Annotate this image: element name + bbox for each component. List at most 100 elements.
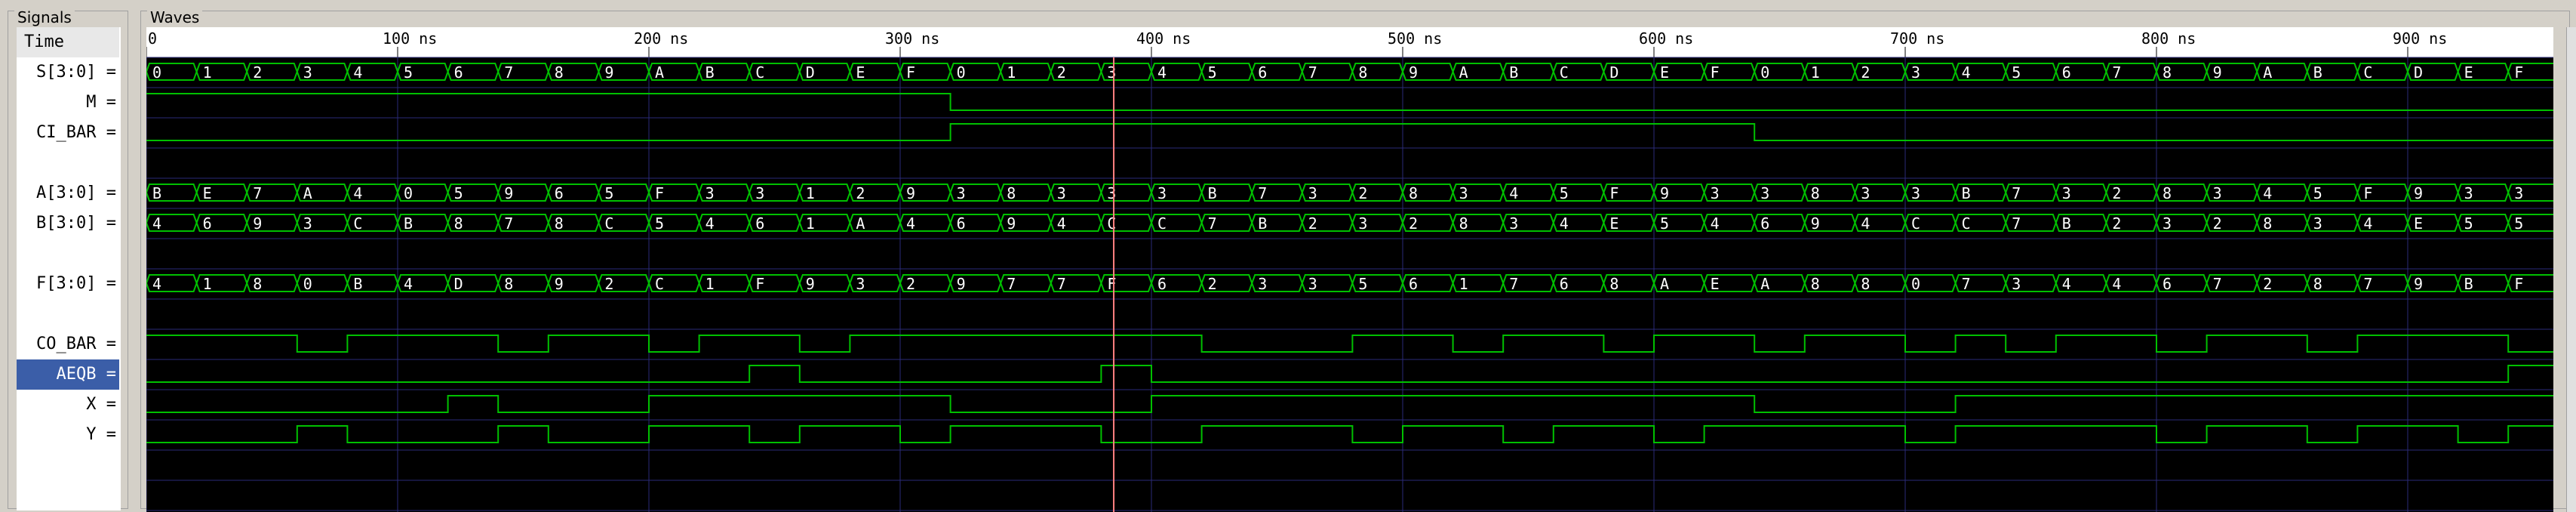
bus-value: 3 <box>705 184 715 202</box>
bus-value: 4 <box>906 214 915 233</box>
bus-value: E <box>856 63 865 82</box>
signal-name[interactable] <box>17 299 119 329</box>
bus-value: 5 <box>2464 214 2473 233</box>
bus-value: 8 <box>1358 63 1367 82</box>
signal-name[interactable]: F[3:0] = <box>17 269 119 299</box>
bus-value: D <box>806 63 815 82</box>
bus-value: F <box>1711 63 1720 82</box>
bus-value: 3 <box>856 275 865 293</box>
bus-value: 2 <box>604 275 613 293</box>
bus-value: 9 <box>1007 214 1016 233</box>
bus-value: 4 <box>1560 214 1569 233</box>
bus-value: A <box>655 63 664 82</box>
bus-value: 8 <box>1811 184 1820 202</box>
signal-name[interactable]: AEQB = <box>17 359 119 390</box>
bus-value: 8 <box>504 275 513 293</box>
waveform-canvas[interactable]: 0 100 ns 200 ns 300 ns 400 ns 500 ns 600 ns 700… <box>146 27 2553 512</box>
bus-value: 2 <box>2263 275 2272 293</box>
waveform-viewer[interactable]: 0 100 ns 200 ns 300 ns 400 ns 500 ns 600 ns 700… <box>146 27 2553 512</box>
bus-value: 3 <box>2313 214 2322 233</box>
bus-value: 7 <box>1057 275 1066 293</box>
bus-value: 2 <box>1308 214 1317 233</box>
bus-value: 7 <box>504 63 513 82</box>
bus-value: B <box>353 275 362 293</box>
bus-value: 0 <box>152 63 161 82</box>
bus-value: 7 <box>1208 214 1217 233</box>
bus-value: C <box>1107 214 1116 233</box>
signal-name[interactable] <box>17 239 119 269</box>
bus-value: 1 <box>203 275 212 293</box>
bus-value: 9 <box>1409 63 1418 82</box>
bus-value: B <box>1258 214 1267 233</box>
bit-waveform <box>146 425 2553 443</box>
bus-value: D <box>2414 63 2423 82</box>
bus-value: 5 <box>1208 63 1217 82</box>
signal-name[interactable]: M = <box>17 88 119 118</box>
bus-value: 6 <box>454 63 463 82</box>
timeline-tick-label: 200 ns <box>634 29 688 48</box>
signal-name[interactable]: Y = <box>17 420 119 450</box>
signal-list-header: Time <box>17 27 119 57</box>
bus-value: 5 <box>1660 214 1669 233</box>
bus-value: 4 <box>705 214 715 233</box>
bus-value: C <box>755 63 764 82</box>
timeline-tick-label: 600 ns <box>1639 29 1693 48</box>
bus-value: B <box>2313 63 2322 82</box>
bus-value: 7 <box>1509 275 1518 293</box>
bus-value: B <box>2464 275 2473 293</box>
signal-list[interactable]: Time S[3:0] = M = CI_BAR = A[3:0] = B[3:0] = F… <box>17 27 121 510</box>
bus-value: 4 <box>2062 275 2071 293</box>
bus-value: 3 <box>303 63 312 82</box>
vertical-scrollbar[interactable] <box>2566 27 2576 512</box>
bit-waveform <box>146 335 2553 353</box>
bus-value: F <box>1609 184 1618 202</box>
bus-value: 9 <box>806 275 815 293</box>
bus-value: 8 <box>1811 275 1820 293</box>
signal-name[interactable]: B[3:0] = <box>17 208 119 239</box>
bus-value: 9 <box>2414 184 2423 202</box>
bus-value: 1 <box>1007 63 1016 82</box>
bus-value: B <box>152 184 161 202</box>
bus-value: 9 <box>1811 214 1820 233</box>
bus-value: 9 <box>253 214 262 233</box>
bus-value: 4 <box>1711 214 1720 233</box>
bus-value: 4 <box>353 63 362 82</box>
signal-name[interactable] <box>17 450 119 480</box>
signal-name[interactable] <box>17 480 119 510</box>
bus-value: A <box>1760 275 1769 293</box>
signal-name[interactable] <box>17 148 119 178</box>
bus-value: 2 <box>1358 184 1367 202</box>
bus-value: E <box>1660 63 1669 82</box>
bus-value: 9 <box>604 63 613 82</box>
bus-value: 7 <box>2213 275 2222 293</box>
signal-name[interactable]: CO_BAR = <box>17 329 119 359</box>
bus-value: A <box>856 214 865 233</box>
bus-value: 7 <box>2363 275 2372 293</box>
bus-value: C <box>655 275 664 293</box>
bus-value: 3 <box>2062 184 2071 202</box>
signal-name[interactable]: CI_BAR = <box>17 118 119 148</box>
bus-value: 3 <box>2514 184 2523 202</box>
bus-value: 4 <box>2263 184 2272 202</box>
bit-waveform <box>146 365 2553 383</box>
bus-value: F <box>755 275 764 293</box>
bus-value: 8 <box>1609 275 1618 293</box>
timeline-tick-label: 800 ns <box>2141 29 2196 48</box>
signal-name[interactable]: A[3:0] = <box>17 178 119 208</box>
signal-name[interactable]: X = <box>17 390 119 420</box>
bus-value: 6 <box>1760 214 1769 233</box>
bus-value: C <box>1560 63 1569 82</box>
bus-value: 3 <box>1107 63 1116 82</box>
bus-value: 1 <box>1811 63 1820 82</box>
bus-value: 3 <box>1459 184 1468 202</box>
bus-value: C <box>1962 214 1971 233</box>
bus-value: 9 <box>906 184 915 202</box>
bus-value: 3 <box>755 184 764 202</box>
signal-name[interactable]: S[3:0] = <box>17 57 119 88</box>
bus-value: A <box>303 184 312 202</box>
bus-value: 5 <box>2514 214 2523 233</box>
bus-value: B <box>1962 184 1971 202</box>
timeline-tick-label: 400 ns <box>1136 29 1191 48</box>
bus-value: 5 <box>1358 275 1367 293</box>
bus-value: A <box>1660 275 1669 293</box>
